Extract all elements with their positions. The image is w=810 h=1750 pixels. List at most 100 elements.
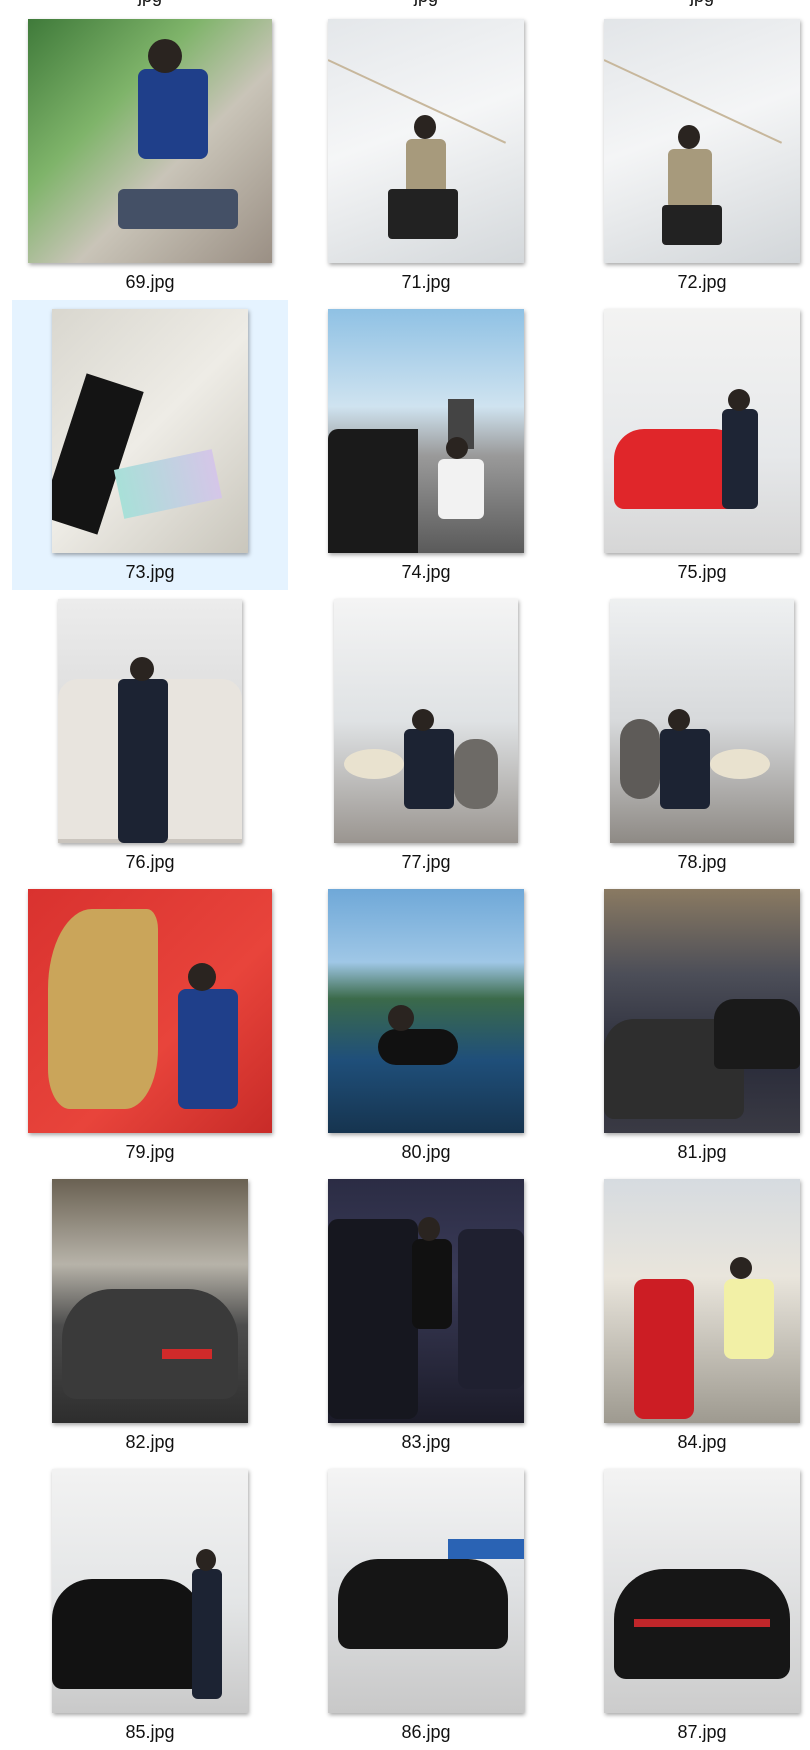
person-figure — [722, 409, 758, 509]
file-name: 82.jpg — [125, 1432, 175, 1452]
person-head — [414, 115, 436, 139]
banner — [448, 1539, 524, 1559]
product-card — [113, 449, 223, 519]
person-head — [730, 1257, 752, 1279]
image-thumbnail — [52, 1469, 248, 1713]
person-head — [148, 39, 182, 73]
file-item[interactable]: 74.jpg — [288, 300, 564, 590]
person-head — [446, 437, 468, 459]
file-item[interactable]: 85.jpg — [12, 1460, 288, 1750]
image-thumbnail — [328, 889, 524, 1133]
file-item[interactable]: 77.jpg — [288, 590, 564, 880]
image-thumbnail — [334, 599, 518, 843]
person-figure — [378, 1029, 458, 1065]
black-car — [458, 1229, 524, 1389]
image-thumbnail — [604, 1179, 800, 1423]
file-item[interactable]: 83.jpg — [288, 1170, 564, 1460]
partial-caption: jpg — [564, 0, 810, 7]
file-name: 83.jpg — [401, 1432, 451, 1452]
file-name: 80.jpg — [401, 1142, 451, 1162]
black-car — [52, 1579, 202, 1689]
file-item[interactable]: 76.jpg — [12, 590, 288, 880]
tail-light — [162, 1349, 212, 1359]
file-name: 78.jpg — [677, 852, 727, 872]
image-thumbnail — [604, 309, 800, 553]
file-name: 85.jpg — [125, 1722, 175, 1742]
file-item[interactable]: 80.jpg — [288, 880, 564, 1170]
lounge-chair — [454, 739, 498, 809]
file-thumbnail-grid: jpg jpg jpg 69.jpg 71.jpg 72.jpg — [0, 0, 810, 1742]
file-item[interactable]: 79.jpg — [12, 880, 288, 1170]
file-name: 74.jpg — [401, 562, 451, 582]
image-thumbnail — [52, 1179, 248, 1423]
image-thumbnail — [610, 599, 794, 843]
file-item[interactable]: 72.jpg — [564, 10, 810, 300]
file-name: 76.jpg — [125, 852, 175, 872]
coffee-table — [344, 749, 404, 779]
image-thumbnail — [328, 1469, 524, 1713]
coffee-table — [710, 749, 770, 779]
partial-caption: jpg — [12, 0, 288, 7]
image-thumbnail — [28, 889, 272, 1133]
image-thumbnail — [52, 309, 248, 553]
file-name: 71.jpg — [401, 272, 451, 292]
file-item[interactable]: 86.jpg — [288, 1460, 564, 1750]
file-name: 81.jpg — [677, 1142, 727, 1162]
black-car — [328, 429, 418, 553]
file-name: 77.jpg — [401, 852, 451, 872]
person-head — [668, 709, 690, 731]
file-item[interactable]: 87.jpg — [564, 1460, 810, 1750]
file-item[interactable]: 69.jpg — [12, 10, 288, 300]
person-legs — [662, 205, 722, 245]
file-item[interactable]: 71.jpg — [288, 10, 564, 300]
person-figure — [138, 69, 208, 159]
file-name: 75.jpg — [677, 562, 727, 582]
black-car — [338, 1559, 508, 1649]
partial-caption: jpg — [288, 0, 564, 7]
image-thumbnail — [604, 19, 800, 263]
image-thumbnail — [28, 19, 272, 263]
person-figure — [404, 729, 454, 809]
image-thumbnail — [328, 19, 524, 263]
grey-car — [62, 1289, 238, 1399]
file-name: 84.jpg — [677, 1432, 727, 1452]
file-name: 73.jpg — [125, 562, 175, 582]
person-legs — [388, 189, 458, 239]
file-item[interactable]: 73.jpg — [12, 300, 288, 590]
person-figure — [178, 989, 238, 1109]
person-head — [388, 1005, 414, 1031]
tail-light — [634, 1619, 770, 1627]
black-car — [714, 999, 800, 1069]
person-figure — [668, 149, 712, 209]
image-thumbnail — [604, 1469, 800, 1713]
person-figure — [660, 729, 710, 809]
file-name: 72.jpg — [677, 272, 727, 292]
person-head — [196, 1549, 216, 1571]
person-head — [188, 963, 216, 991]
person-figure — [192, 1569, 222, 1699]
person-figure — [724, 1279, 774, 1359]
file-item[interactable]: 82.jpg — [12, 1170, 288, 1460]
file-name: 79.jpg — [125, 1142, 175, 1162]
person-figure — [412, 1239, 452, 1329]
file-item[interactable]: 75.jpg — [564, 300, 810, 590]
person-legs — [118, 189, 238, 229]
image-thumbnail — [58, 599, 242, 843]
person-figure — [438, 459, 484, 519]
file-item[interactable]: 81.jpg — [564, 880, 810, 1170]
person-figure — [118, 679, 168, 843]
person-head — [130, 657, 154, 681]
image-thumbnail — [604, 889, 800, 1133]
file-item[interactable]: 84.jpg — [564, 1170, 810, 1460]
person-head — [418, 1217, 440, 1241]
file-name: 86.jpg — [401, 1722, 451, 1742]
image-thumbnail — [328, 1179, 524, 1423]
file-name: 87.jpg — [677, 1722, 727, 1742]
image-thumbnail — [328, 309, 524, 553]
person-head — [412, 709, 434, 731]
file-name: 69.jpg — [125, 272, 175, 292]
file-item[interactable]: 78.jpg — [564, 590, 810, 880]
person-head — [728, 389, 750, 411]
person-head — [678, 125, 700, 149]
lounge-chair — [620, 719, 660, 799]
